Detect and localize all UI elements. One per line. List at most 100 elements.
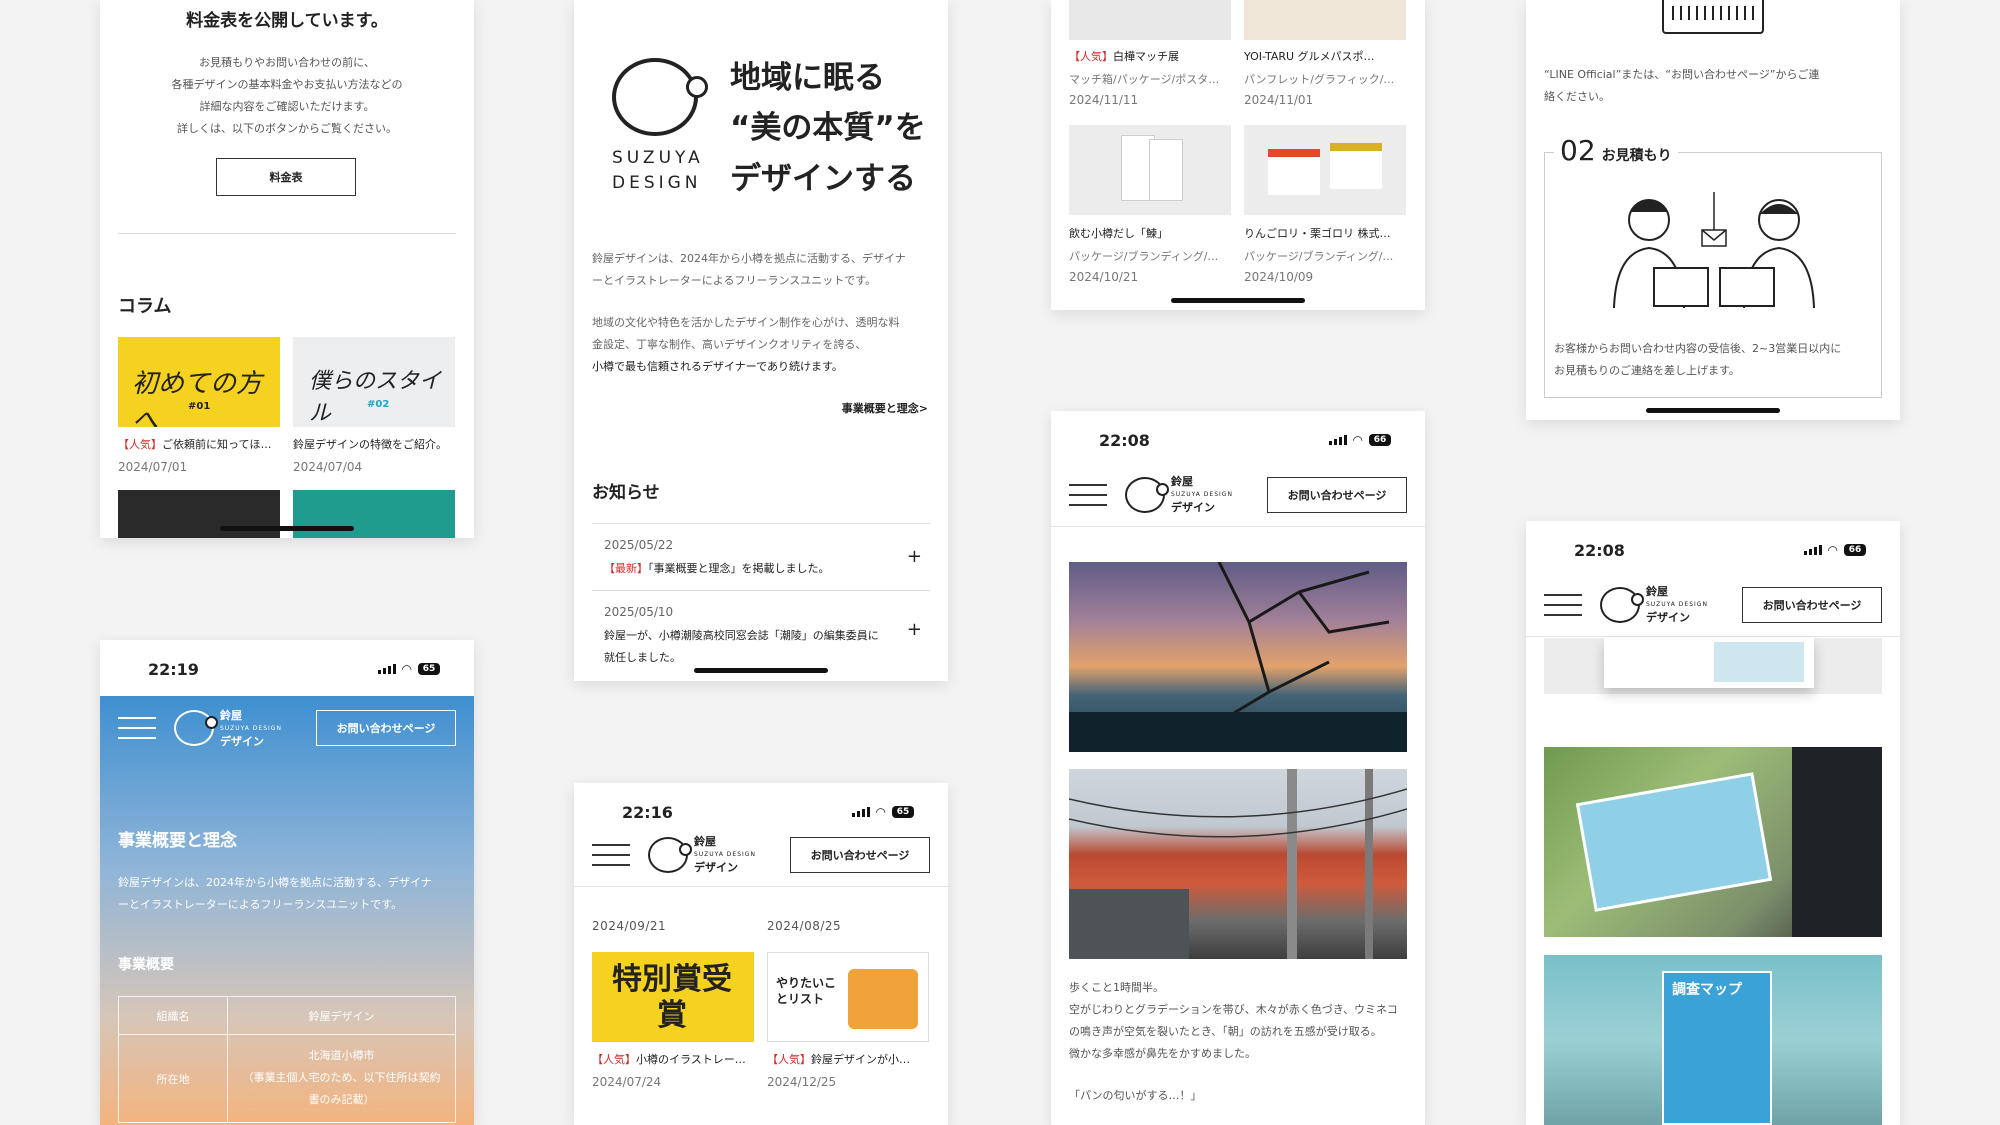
column-card-title[interactable]: 【人気】ご依頼前に知ってほ… [118, 436, 271, 452]
menu-icon[interactable] [118, 717, 156, 739]
news-item[interactable]: 2025/05/22 【最新】「事業概要と理念」を掲載しました。 + [592, 524, 930, 590]
site-logo[interactable]: 鈴屋SUZUYA DESIGNデザイン [1600, 585, 1708, 624]
about-link[interactable]: 事業概要と理念> [842, 400, 928, 416]
page-title: 事業概要と理念 [118, 826, 237, 851]
column-card-image[interactable]: やりたいことリスト [767, 952, 929, 1042]
intro-text: 金設定、丁寧な制作、高いデザインクオリティを誇る、 [592, 334, 934, 356]
signal-icon [852, 807, 870, 817]
news-heading: お知らせ [592, 478, 660, 503]
work-date: 2024/10/09 [1244, 270, 1313, 284]
contact-button[interactable]: お問い合わせページ [316, 710, 456, 746]
signal-icon [1804, 545, 1822, 555]
plus-icon[interactable]: + [907, 546, 922, 567]
photo-dawn-sky [1069, 562, 1407, 752]
table-row: 所在地 北海道小樽市 （事業主個人宅のため、以下住所は契約 書のみ記載） [118, 1035, 456, 1123]
column-card-image[interactable]: 初めての方へ #01 [118, 337, 280, 427]
work-image[interactable] [1069, 0, 1231, 40]
work-category: パンフレット/グラフィック/… [1244, 71, 1394, 87]
pricing-line: お見積もりやお問い合わせの前に、 [100, 52, 474, 74]
work-image[interactable] [1069, 125, 1231, 215]
photo-map-spread [1544, 638, 1882, 694]
site-header: 鈴屋SUZUYA DESIGNデザイン お問い合わせページ [1051, 463, 1425, 527]
column-card-image[interactable]: 特別賞受賞 [592, 952, 754, 1042]
work-date: 2024/10/21 [1069, 270, 1138, 284]
overview-table: 組織名 鈴屋デザイン 所在地 北海道小樽市 （事業主個人宅のため、以下住所は契約… [118, 996, 456, 1123]
work-category: マッチ箱/パッケージ/ポスタ… [1069, 71, 1219, 87]
column-card-image[interactable]: 僕らのスタイル #02 [293, 337, 455, 427]
column-card-title[interactable]: 鈴屋デザインの特徴をご紹介。 [293, 436, 447, 452]
work-title[interactable]: 飲む小樽だし「鰊」 [1069, 225, 1168, 241]
site-header: 鈴屋SUZUYA DESIGNデザイン お問い合わせページ [1526, 573, 1900, 637]
hero-line: 地域に眠る [730, 52, 885, 97]
work-title[interactable]: 【人気】白樺マッチ展 [1069, 48, 1179, 64]
battery-icon: 66 [1369, 434, 1391, 446]
panel-about: 22:19 ◠ 65 鈴屋SUZUYA DESIGNデザイン お問い合わせページ… [100, 640, 474, 1125]
work-image[interactable] [1244, 0, 1406, 40]
article-text: の鳴き声が空気を裂いたとき、「朝」の訪れを五感が受け取る。 [1069, 1021, 1411, 1043]
column-card-date: 2024/07/04 [293, 460, 362, 474]
column-card-title[interactable]: 【人気】小樽のイラストレー… [592, 1051, 746, 1067]
status-time: 22:16 [622, 803, 673, 822]
logo-en: SUZUYA [612, 148, 704, 168]
wifi-icon: ◠ [402, 662, 412, 676]
status-bar: 22:16 ◠ 65 [574, 783, 948, 823]
status-bar: 22:19 ◠ 65 [100, 640, 474, 680]
intro-text: 小樽で最も信頼されるデザイナーであり続けます。 [592, 356, 934, 378]
contact-button[interactable]: お問い合わせページ [1267, 477, 1407, 513]
column-card-date: 2024/07/24 [592, 1075, 661, 1089]
battery-icon: 65 [418, 663, 440, 675]
home-indicator [1171, 298, 1305, 303]
status-time: 22:08 [1574, 541, 1625, 560]
pricing-heading: 料金表を公開しています。 [100, 6, 474, 31]
table-row: 組織名 鈴屋デザイン [118, 997, 456, 1035]
panel-flow: “LINE Official”または、“お問い合わせページ”からご連 絡ください… [1526, 0, 1900, 420]
column-card-title[interactable]: 【人気】鈴屋デザインが小… [767, 1051, 910, 1067]
column-heading: コラム [118, 292, 171, 318]
panel-article: 22:08 ◠ 66 鈴屋SUZUYA DESIGNデザイン お問い合わせページ… [1051, 411, 1425, 1125]
site-logo[interactable]: 鈴屋SUZUYA DESIGNデザイン [1125, 475, 1233, 514]
panel-column-list: 22:16 ◠ 65 鈴屋SUZUYA DESIGNデザイン お問い合わせページ… [574, 783, 948, 1125]
wifi-icon: ◠ [1828, 543, 1838, 557]
site-logo[interactable]: 鈴屋SUZUYA DESIGNデザイン [648, 835, 756, 874]
wifi-icon: ◠ [876, 805, 886, 819]
work-image[interactable] [1244, 125, 1406, 215]
column-card-date: 2024/07/01 [118, 460, 187, 474]
panel-works-list: 【人気】白樺マッチ展 マッチ箱/パッケージ/ポスタ… 2024/11/11 YO… [1051, 0, 1425, 310]
work-category: パッケージ/ブランディング/… [1069, 248, 1218, 264]
pricing-line: 詳しくは、以下のボタンからご覧ください。 [100, 118, 474, 140]
work-date: 2024/11/01 [1244, 93, 1313, 107]
article-text: 歩くこと1時間半。 [1069, 977, 1411, 999]
column-card-date: 2024/12/25 [767, 1075, 836, 1089]
sub-heading: 事業概要 [118, 954, 174, 974]
contact-button[interactable]: お問い合わせページ [1742, 587, 1882, 623]
photo-map-hands [1544, 747, 1882, 937]
panel-pricing-column: 料金表を公開しています。 お見積もりやお問い合わせの前に、 各種デザインの基本料… [100, 0, 474, 538]
plus-icon[interactable]: + [907, 619, 922, 640]
work-date: 2024/11/11 [1069, 93, 1138, 107]
site-header: 鈴屋SUZUYA DESIGNデザイン お問い合わせページ [100, 696, 474, 760]
site-logo[interactable]: 鈴屋SUZUYA DESIGNデザイン [174, 709, 282, 748]
status-time: 22:08 [1099, 431, 1150, 450]
work-title[interactable]: りんごロリ・栗ゴロリ 株式… [1244, 225, 1391, 241]
menu-icon[interactable] [592, 844, 630, 866]
intro-text: 鈴屋デザインは、2024年から小樽を拠点に活動する、デザイナ [592, 248, 934, 270]
news-item[interactable]: 2025/05/10 鈴屋一が、小樽潮陵高校同窓会誌「潮陵」の編集委員に 就任し… [592, 591, 930, 671]
menu-icon[interactable] [1069, 484, 1107, 506]
pricing-button[interactable]: 料金表 [216, 158, 356, 196]
photo-map-cover: 調查マップ [1544, 955, 1882, 1125]
home-indicator [1646, 408, 1780, 413]
signal-icon [378, 664, 396, 674]
work-title[interactable]: YOI-TARU グルメパスポ… [1244, 48, 1375, 64]
contact-button[interactable]: お問い合わせページ [790, 837, 930, 873]
article-text: 微かな多幸感が鼻先をかすめました。 [1069, 1043, 1411, 1065]
photo-red-trees [1069, 769, 1407, 959]
status-time: 22:19 [148, 660, 199, 679]
intro-text: ーとイラストレーターによるフリーランスユニットです。 [592, 270, 934, 292]
article-quote: 「パンの匂いがする…！」 [1069, 1087, 1202, 1103]
site-header: 鈴屋SUZUYA DESIGNデザイン お問い合わせページ [574, 823, 948, 887]
menu-icon[interactable] [1544, 594, 1582, 616]
pricing-line: 詳細な内容をご確認いただけます。 [100, 96, 474, 118]
card-date: 2024/08/25 [767, 919, 841, 933]
contact-text: 絡ください。 [1544, 86, 1882, 108]
brand-logo-icon [612, 58, 698, 136]
